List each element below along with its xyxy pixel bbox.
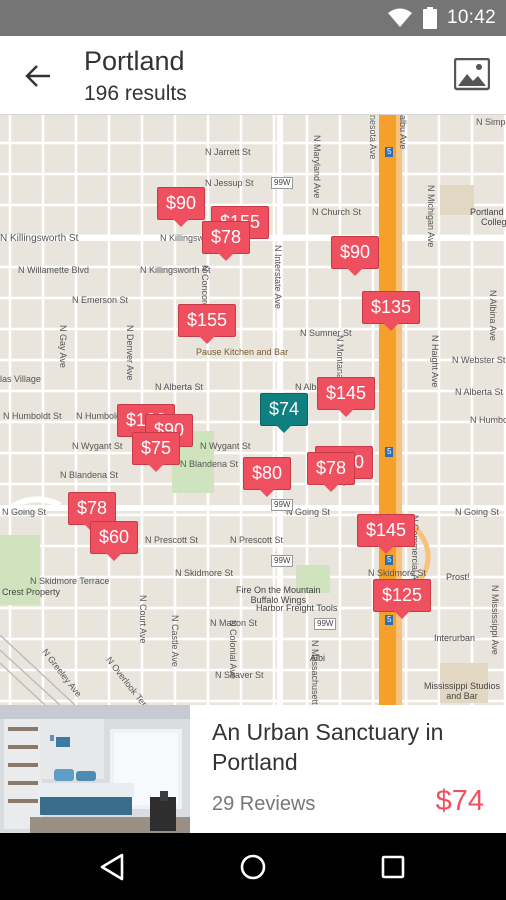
price-marker[interactable]: $155 [178, 304, 237, 344]
street-label: N Gay Ave [58, 325, 68, 368]
street-label: N Jarrett St [205, 147, 251, 157]
street-label: N Shaver St [215, 670, 264, 680]
street-label: N Blandena St [60, 470, 119, 480]
street-label: N Prescott St [145, 535, 199, 545]
street-label: N Church St [312, 207, 362, 217]
street-label: N Simpson [476, 117, 506, 127]
map-view[interactable]: N Simpson N Jarrett St N Jessup St N Chu… [0, 115, 506, 705]
listing-price: $74 [435, 785, 484, 817]
street-label: N Going St [2, 507, 47, 517]
wifi-icon [387, 8, 412, 27]
poi-label: Albi [310, 653, 326, 663]
listing-reviews: 29 Reviews [212, 793, 316, 815]
street-label: N Blandena St [180, 459, 239, 469]
price-marker[interactable]: $75 [132, 432, 181, 472]
poi-label: Harbor Freight Tools [256, 603, 338, 613]
price-marker[interactable]: $80 [243, 457, 292, 497]
street-label: N Webster St [452, 355, 506, 365]
listing-photo[interactable] [0, 705, 190, 833]
street-label: N Castle Ave [170, 615, 180, 667]
street-label: N Alberta St [155, 382, 204, 392]
system-nav-bar [0, 833, 506, 900]
highway-shield-99w: 99W [271, 499, 294, 511]
street-label: N Emerson St [72, 295, 129, 305]
poi-label: Portland Co Colleg [470, 207, 506, 227]
price-marker[interactable]: $60 [90, 521, 139, 561]
app-header: Portland 196 results [0, 36, 506, 115]
battery-icon [422, 7, 437, 29]
highway-shield-99w: 99W [271, 555, 294, 567]
price-marker[interactable]: $90 [157, 187, 206, 227]
price-marker[interactable]: $145 [317, 377, 376, 417]
street-label: N Maryland Ave [312, 135, 322, 199]
arrow-left-icon[interactable] [22, 60, 54, 92]
street-label: N Wygant St [72, 441, 123, 451]
back-triangle-icon[interactable] [93, 847, 133, 887]
price-marker[interactable]: $90 [331, 236, 380, 276]
price-marker[interactable]: $135 [362, 291, 421, 331]
poi-label: Fire On the Mountain Buffalo Wings [236, 585, 321, 605]
listing-card[interactable]: An Urban Sanctuary in Portland 29 Review… [0, 705, 506, 833]
status-bar: 10:42 [0, 0, 506, 36]
street-label: N Interstate Ave [273, 245, 283, 309]
street-label: N Humboldt St [3, 411, 62, 421]
highway-shield-i5: 5 [385, 555, 394, 565]
poi-label: Pause Kitchen and Bar [196, 347, 289, 357]
poi-label: Crest Property [2, 587, 61, 597]
price-marker-selected[interactable]: $74 [260, 393, 309, 433]
page-title: Portland [84, 46, 185, 76]
street-label: N Humboldt [470, 415, 506, 425]
poi-label: Prost! [446, 572, 470, 582]
street-label: N Skidmore St [175, 568, 234, 578]
street-label: N Court Ave [138, 595, 148, 644]
street-label: N Prescott St [230, 535, 284, 545]
street-label: N Denver Ave [125, 325, 135, 381]
street-label: N Mississippi Ave [490, 585, 500, 655]
highway-shield-99w: 99W [314, 618, 337, 630]
poi-label: Interurban [434, 633, 476, 643]
highway-shield-i5: 5 [385, 447, 394, 457]
street-label: N Colonial Ave [228, 620, 238, 679]
street-label: N Alberta St [455, 387, 504, 397]
street-label: N Albina Ave [488, 290, 498, 341]
recents-square-icon[interactable] [373, 847, 413, 887]
highway-shield-i5: 5 [385, 147, 394, 157]
home-circle-icon[interactable] [233, 847, 273, 887]
highway-shield-99w: 99W [271, 177, 294, 189]
street-label: N Killingsworth St [0, 233, 79, 244]
listing-title: An Urban Sanctuary in Portland [212, 719, 444, 775]
results-count: 196 results [84, 82, 187, 105]
poi-label: Mississippi Studios and Bar [424, 681, 501, 701]
street-label: N Skidmore Terrace [30, 576, 110, 586]
street-label: N Haight Ave [430, 335, 440, 388]
street-label: N Going St [455, 507, 500, 517]
street-label: N Willamette Blvd [18, 265, 90, 275]
price-marker[interactable]: $78 [307, 452, 356, 492]
highway-shield-i5: 5 [385, 615, 394, 625]
street-label: nesota Ave [368, 115, 378, 160]
status-time: 10:42 [446, 7, 496, 28]
street-label: albu Ave [398, 115, 408, 150]
price-marker[interactable]: $145 [357, 514, 416, 554]
street-label: las Village [0, 374, 41, 384]
price-marker[interactable]: $125 [373, 579, 432, 619]
street-label: N Jessup St [205, 178, 254, 188]
price-marker[interactable]: $78 [202, 221, 251, 261]
street-label: N Michigan Ave [426, 185, 436, 248]
street-label: N Wygant St [200, 441, 251, 451]
street-label: N Massachusetts [310, 640, 320, 705]
image-icon[interactable] [454, 58, 490, 92]
